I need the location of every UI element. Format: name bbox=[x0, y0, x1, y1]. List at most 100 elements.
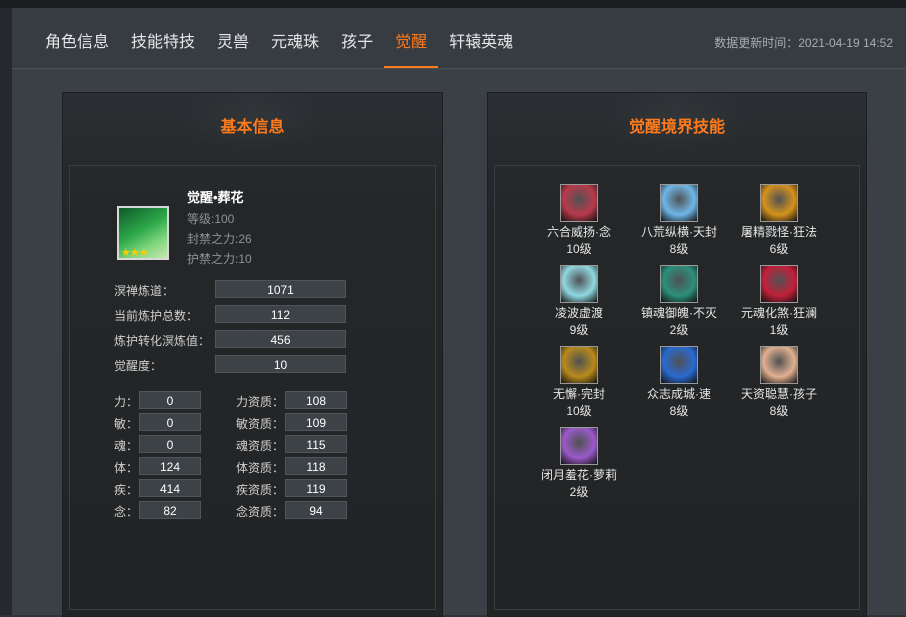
aptitude-value: 119 bbox=[285, 479, 347, 497]
skill-icon bbox=[560, 427, 598, 465]
skill-name: 无懈·完封 bbox=[553, 387, 605, 401]
header-bar: 角色信息 技能特技 灵兽 元魂珠 孩子 觉醒 轩辕英魂 数据更新时间：2021-… bbox=[12, 8, 906, 69]
skill-name: 八荒纵横·天封 bbox=[641, 225, 717, 239]
skill-name: 镇魂御魄·不灭 bbox=[641, 306, 717, 320]
skill-level: 1级 bbox=[769, 323, 789, 337]
seal-power: 封禁之力:26 bbox=[187, 232, 252, 246]
aptitude-value: 109 bbox=[285, 413, 347, 431]
skill-name: 元魂化煞·狂澜 bbox=[741, 306, 817, 320]
skill-level: 9级 bbox=[569, 323, 589, 337]
aptitude-label: 力资质： bbox=[236, 395, 285, 409]
tab-spirit-beast[interactable]: 灵兽 bbox=[206, 8, 260, 68]
skill-item[interactable]: 屠精戮怪·狂法 6级 bbox=[729, 184, 829, 258]
attr-label: 体： bbox=[114, 461, 139, 475]
character-level: 等级:100 bbox=[187, 212, 235, 226]
update-time: 数据更新时间：2021-04-19 14:52 bbox=[714, 8, 893, 78]
stat-label: 溟禅炼道： bbox=[114, 284, 175, 298]
aptitude-label: 体资质： bbox=[236, 461, 285, 475]
tab-awakening[interactable]: 觉醒 bbox=[384, 8, 439, 68]
skill-level: 10级 bbox=[566, 242, 592, 256]
skill-name: 六合威扬·念 bbox=[547, 225, 611, 239]
attr-value: 0 bbox=[139, 435, 201, 453]
stat-value: 456 bbox=[215, 330, 346, 348]
skill-level: 2级 bbox=[569, 485, 589, 499]
stat-label: 炼护转化溟炼值： bbox=[114, 334, 211, 348]
skill-item[interactable]: 六合威扬·念 10级 bbox=[529, 184, 629, 258]
skill-item[interactable]: 凌波虚渡 9级 bbox=[529, 265, 629, 339]
skill-level: 2级 bbox=[669, 323, 689, 337]
attribute-row: 体： 124 体资质： 118 bbox=[114, 457, 414, 475]
attribute-row: 念： 82 念资质： 94 bbox=[114, 501, 414, 519]
update-time-value: 2021-04-19 14:52 bbox=[798, 36, 893, 50]
update-time-label: 数据更新时间： bbox=[714, 36, 799, 50]
stat-value: 1071 bbox=[215, 280, 346, 298]
skill-name: 凌波虚渡 bbox=[554, 306, 603, 320]
skill-icon bbox=[760, 184, 798, 222]
skill-name: 天资聪慧·孩子 bbox=[741, 387, 817, 401]
skill-level: 10级 bbox=[566, 404, 592, 418]
stat-value: 10 bbox=[215, 355, 346, 373]
skill-item[interactable]: 闭月羞花·萝莉 2级 bbox=[529, 427, 629, 501]
attribute-row: 敏： 0 敏资质： 109 bbox=[114, 413, 414, 431]
basic-info-title: 基本信息 bbox=[220, 119, 285, 136]
tab-xuanyuan-soul[interactable]: 轩辕英魂 bbox=[438, 8, 524, 68]
skill-name: 众志成城·速 bbox=[647, 387, 711, 401]
aptitude-label: 魂资质： bbox=[236, 439, 285, 453]
tab-children[interactable]: 孩子 bbox=[330, 8, 384, 68]
aptitude-value: 108 bbox=[285, 391, 347, 409]
aptitude-value: 118 bbox=[285, 457, 347, 475]
attr-label: 力： bbox=[114, 395, 139, 409]
attribute-row: 疾： 414 疾资质： 119 bbox=[114, 479, 414, 497]
star-rating-icon: ★★★ bbox=[121, 247, 149, 259]
aptitude-label: 疾资质： bbox=[236, 483, 285, 497]
skill-level: 8级 bbox=[669, 404, 689, 418]
skill-icon bbox=[660, 346, 698, 384]
awakening-skills-title: 觉醒境界技能 bbox=[628, 119, 725, 136]
attr-value: 124 bbox=[139, 457, 201, 475]
skill-item[interactable]: 无懈·完封 10级 bbox=[529, 346, 629, 420]
attr-label: 疾： bbox=[114, 483, 139, 497]
skill-item[interactable]: 元魂化煞·狂澜 1级 bbox=[729, 265, 829, 339]
attr-value: 0 bbox=[139, 391, 201, 409]
stat-value: 112 bbox=[215, 305, 346, 323]
aptitude-value: 115 bbox=[285, 435, 347, 453]
skill-item[interactable]: 众志成城·速 8级 bbox=[629, 346, 729, 420]
attr-value: 414 bbox=[139, 479, 201, 497]
attribute-row: 力： 0 力资质： 108 bbox=[114, 391, 414, 409]
skill-name: 闭月羞花·萝莉 bbox=[541, 468, 617, 482]
aptitude-label: 敏资质： bbox=[236, 417, 285, 431]
basic-info-panel: 基本信息 ★★★ 觉醒•葬花 等级:100 封禁之力:26 护禁之力:10 溟禅… bbox=[62, 83, 443, 617]
attr-label: 念： bbox=[114, 505, 139, 519]
skill-icon bbox=[760, 346, 798, 384]
attr-label: 敏： bbox=[114, 417, 139, 431]
aptitude-label: 念资质： bbox=[236, 505, 285, 519]
aptitude-value: 94 bbox=[285, 501, 347, 519]
skill-icon bbox=[560, 346, 598, 384]
attr-value: 82 bbox=[139, 501, 201, 519]
attr-label: 魂： bbox=[114, 439, 139, 453]
tab-soul-orb[interactable]: 元魂珠 bbox=[260, 8, 330, 68]
attr-value: 0 bbox=[139, 413, 201, 431]
skill-icon bbox=[560, 184, 598, 222]
stat-label: 当前炼护总数： bbox=[114, 309, 199, 323]
skill-item[interactable]: 天资聪慧·孩子 8级 bbox=[729, 346, 829, 420]
skill-level: 8级 bbox=[769, 404, 789, 418]
tab-skills[interactable]: 技能特技 bbox=[120, 8, 206, 68]
top-strip bbox=[0, 0, 906, 8]
character-name: 觉醒•葬花 bbox=[187, 190, 244, 205]
skill-icon bbox=[560, 265, 598, 303]
character-avatar: ★★★ bbox=[117, 206, 169, 260]
skill-item[interactable]: 镇魂御魄·不灭 2级 bbox=[629, 265, 729, 339]
skill-icon bbox=[760, 265, 798, 303]
skill-icon bbox=[660, 184, 698, 222]
skill-icon bbox=[660, 265, 698, 303]
tab-character-info[interactable]: 角色信息 bbox=[34, 8, 120, 68]
tab-bar: 角色信息 技能特技 灵兽 元魂珠 孩子 觉醒 轩辕英魂 bbox=[34, 8, 524, 68]
skill-level: 6级 bbox=[769, 242, 789, 256]
awakening-skills-panel: 觉醒境界技能 六合威扬·念 10级 八荒纵横·天封 8级 屠精戮怪·狂法 6级 … bbox=[487, 83, 867, 617]
stat-label: 觉醒度： bbox=[114, 359, 163, 373]
skill-item[interactable]: 八荒纵横·天封 8级 bbox=[629, 184, 729, 258]
skill-name: 屠精戮怪·狂法 bbox=[741, 225, 817, 239]
left-strip bbox=[0, 8, 12, 615]
attribute-row: 魂： 0 魂资质： 115 bbox=[114, 435, 414, 453]
